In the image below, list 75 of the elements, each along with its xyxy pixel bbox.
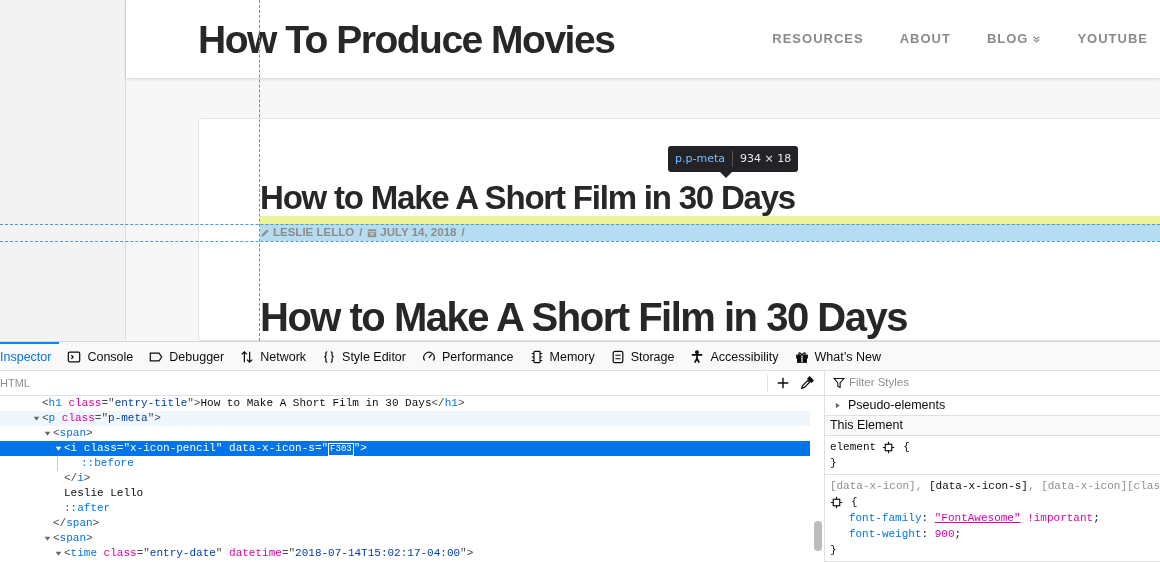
markup-text: <span> xyxy=(53,531,93,546)
declaration: font-weight: 900; xyxy=(847,527,963,542)
markup-text: <i class="x-icon-pencil" data-x-icon-s=" F303 "> xyxy=(64,441,367,456)
pencil-icon xyxy=(260,227,270,238)
filter-icon xyxy=(832,377,845,389)
devtools-tab[interactable]: Debugger xyxy=(141,342,233,370)
markup-row[interactable]: ::after xyxy=(0,501,810,516)
calendar-icon xyxy=(367,227,378,238)
console-icon xyxy=(67,350,82,364)
devtools-tab[interactable]: Accessibility xyxy=(682,342,787,370)
markup-row[interactable]: </i> xyxy=(0,471,810,486)
add-icon[interactable] xyxy=(775,376,790,390)
markup-text: ::after xyxy=(64,501,111,516)
site-title[interactable]: How To Produce Movies xyxy=(198,19,615,59)
meta-text: LESLIE LELLO xyxy=(273,224,355,240)
rule-selector: [data-x-icon], [data-x-icon-s], [data-x-icon][clas xyxy=(829,479,1160,494)
markup-text: <p class="p-meta"> xyxy=(42,411,161,426)
markup-row[interactable]: <time class="entry-date" datetime="2018-07-14T15:02:17-04:00"> xyxy=(0,546,810,561)
devtools-tab[interactable]: Network xyxy=(232,342,315,370)
devtools-tab[interactable]: Style Editor xyxy=(314,342,414,370)
markup-text: <span> xyxy=(53,426,93,441)
brace-text: } xyxy=(829,543,838,558)
markup-row[interactable]: <h1 class="entry-title">How to Make A Short Film in 30 Days</h1> xyxy=(0,396,810,411)
article-title: How to Make A Short Film in 30 Days xyxy=(260,180,796,216)
double-chevron-icon xyxy=(1032,34,1042,44)
devtools-tab[interactable]: Performance xyxy=(413,342,522,370)
expanded-arrow-icon[interactable] xyxy=(53,444,63,453)
expanded-arrow-icon[interactable] xyxy=(31,414,41,423)
gauge-icon xyxy=(421,350,436,364)
devtools-tab[interactable]: Inspector xyxy=(0,342,60,370)
tooltip-size: 934 × 18 xyxy=(731,150,799,168)
section-header: This Element xyxy=(824,415,1160,436)
pseudo-elements-toggle[interactable]: Pseudo-elements xyxy=(824,396,1160,416)
tooltip-selector: p.p-meta xyxy=(674,150,726,167)
scrollbar-thumb[interactable] xyxy=(813,521,822,551)
meta-separator: / xyxy=(461,224,465,240)
gift-icon xyxy=(794,350,809,364)
markup-text: <time class="entry-date" datetime="2018-07-14T15:02:17-04:00"> xyxy=(64,546,474,561)
up-down-arrows-icon xyxy=(240,350,255,364)
markup-text: ::before xyxy=(81,456,134,471)
eyedropper-icon[interactable] xyxy=(799,376,814,390)
node-highlight-icon[interactable] xyxy=(882,440,896,454)
markup-text: Leslie Lello xyxy=(64,486,144,501)
devtools-tab[interactable]: Storage xyxy=(602,342,683,370)
brace-text: } xyxy=(829,456,838,471)
breadcrumb-label: HTML xyxy=(0,375,30,391)
expanded-arrow-icon[interactable] xyxy=(53,549,63,558)
brace-text: { xyxy=(903,440,910,455)
person-icon xyxy=(690,350,705,364)
markup-row[interactable]: Leslie Lello xyxy=(0,486,810,501)
meta-separator: / xyxy=(359,224,363,240)
markup-row[interactable]: <span> xyxy=(0,531,810,546)
braces-icon xyxy=(322,350,337,364)
markup-row[interactable]: ::before xyxy=(58,456,810,471)
meta-text: JULY 14, 2018 xyxy=(380,224,457,240)
markup-text: </i> xyxy=(64,471,91,486)
chip-icon xyxy=(529,350,544,364)
declaration: font-family: "FontAwesome" !important; xyxy=(847,511,1101,526)
article-heading: How to Make A Short Film in 30 Days xyxy=(260,297,908,337)
expanded-arrow-icon[interactable] xyxy=(42,534,52,543)
devtools-tab[interactable]: Memory xyxy=(521,342,603,370)
storage-icon xyxy=(610,350,625,364)
markup-text: <h1 class="entry-title">How to Make A Short Film in 30 Days</h1> xyxy=(42,396,465,411)
devtools-tab[interactable]: Console xyxy=(59,342,142,370)
rule-selector: element xyxy=(829,440,877,455)
markup-row[interactable]: <span> xyxy=(0,426,810,441)
brace-text: { xyxy=(850,495,858,510)
markup-text: </span> xyxy=(53,516,100,531)
node-highlight-icon[interactable] xyxy=(829,495,843,509)
markup-row[interactable]: <p class="p-meta"> xyxy=(0,411,810,426)
markup-row[interactable]: <i class="x-icon-pencil" data-x-icon-s=" F303 "> xyxy=(0,441,810,456)
markup-row[interactable]: </span> xyxy=(0,516,810,531)
tag-icon xyxy=(149,350,164,364)
devtools-tab[interactable]: What’s New xyxy=(786,342,889,370)
expanded-arrow-icon[interactable] xyxy=(42,429,52,438)
